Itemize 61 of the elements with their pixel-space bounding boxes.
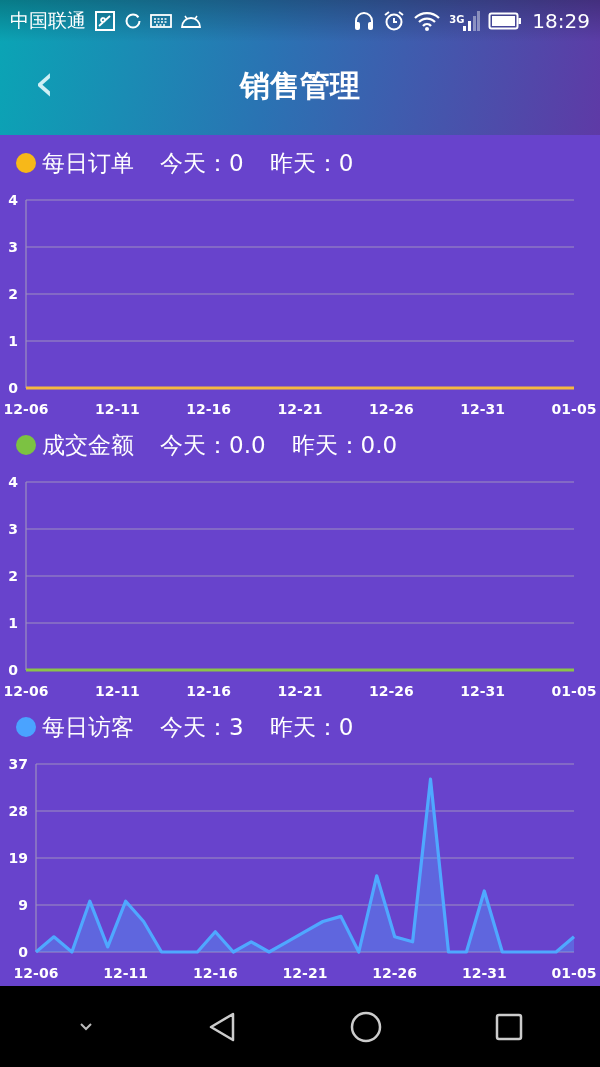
carrier-name: 中国联通 bbox=[10, 8, 86, 33]
x-tick-label: 12-11 bbox=[94, 401, 140, 417]
clock-time: 18:29 bbox=[532, 9, 590, 33]
battery-icon bbox=[488, 11, 523, 31]
y-tick-label: 2 bbox=[8, 286, 18, 302]
today-count: 今天：3 bbox=[160, 712, 244, 742]
x-tick-label: 12-16 bbox=[192, 965, 238, 981]
wifi-icon bbox=[413, 10, 442, 32]
chart-title: 每日访客 bbox=[42, 712, 134, 742]
keyboard-icon bbox=[150, 13, 172, 29]
y-tick-label: 0 bbox=[8, 380, 18, 396]
x-tick-label: 12-06 bbox=[13, 965, 59, 981]
x-tick-label: 12-21 bbox=[277, 683, 323, 699]
x-tick-label: 12-21 bbox=[277, 401, 323, 417]
yesterday-count: 昨天：0.0 bbox=[291, 430, 398, 460]
y-tick-label: 1 bbox=[8, 333, 18, 349]
signal-icon bbox=[462, 10, 481, 32]
android-icon bbox=[180, 13, 202, 29]
image-icon bbox=[94, 10, 116, 32]
x-tick-label: 12-11 bbox=[103, 965, 149, 981]
y-tick-label: 2 bbox=[8, 568, 18, 584]
x-tick-label: 01-05 bbox=[551, 401, 597, 417]
y-tick-label: 3 bbox=[8, 521, 18, 537]
y-tick-label: 4 bbox=[8, 474, 18, 490]
x-tick-label: 12-31 bbox=[461, 965, 507, 981]
x-tick-label: 12-26 bbox=[368, 683, 414, 699]
today-count: 今天：0.0 bbox=[160, 430, 266, 460]
y-tick-label: 1 bbox=[8, 615, 18, 631]
x-tick-label: 01-05 bbox=[551, 965, 597, 981]
y-tick-label: 37 bbox=[8, 756, 28, 772]
yesterday-count: 昨天：0 bbox=[269, 148, 354, 178]
home-icon[interactable] bbox=[348, 1009, 383, 1044]
today-count: 今天：0 bbox=[160, 148, 244, 178]
back-button[interactable]: ‹ bbox=[28, 56, 61, 108]
recents-icon[interactable] bbox=[494, 1011, 525, 1042]
x-tick-label: 12-31 bbox=[460, 401, 506, 417]
y-tick-label: 3 bbox=[8, 239, 18, 255]
y-tick-label: 9 bbox=[18, 897, 28, 913]
yesterday-count: 昨天：0 bbox=[269, 712, 354, 742]
alarm-icon bbox=[383, 10, 406, 32]
y-tick-label: 4 bbox=[8, 192, 18, 208]
headphones-icon bbox=[353, 10, 376, 32]
x-tick-label: 12-11 bbox=[94, 683, 140, 699]
x-tick-label: 12-26 bbox=[372, 965, 418, 981]
network-type: 3G bbox=[449, 14, 465, 25]
x-tick-label: 12-21 bbox=[282, 965, 328, 981]
y-tick-label: 0 bbox=[8, 662, 18, 678]
x-tick-label: 12-26 bbox=[368, 401, 414, 417]
x-tick-label: 12-06 bbox=[3, 401, 49, 417]
y-tick-label: 28 bbox=[8, 803, 28, 819]
chart-title: 成交金额 bbox=[42, 430, 134, 460]
x-tick-label: 01-05 bbox=[551, 683, 597, 699]
x-tick-label: 12-06 bbox=[3, 683, 49, 699]
x-tick-label: 12-16 bbox=[186, 683, 232, 699]
x-tick-label: 12-31 bbox=[460, 683, 506, 699]
page-title: 销售管理 bbox=[240, 67, 360, 105]
x-tick-label: 12-16 bbox=[186, 401, 232, 417]
sync-icon bbox=[124, 12, 142, 30]
chart-title: 每日订单 bbox=[42, 148, 134, 178]
y-tick-label: 19 bbox=[8, 850, 28, 866]
y-tick-label: 0 bbox=[18, 944, 28, 960]
